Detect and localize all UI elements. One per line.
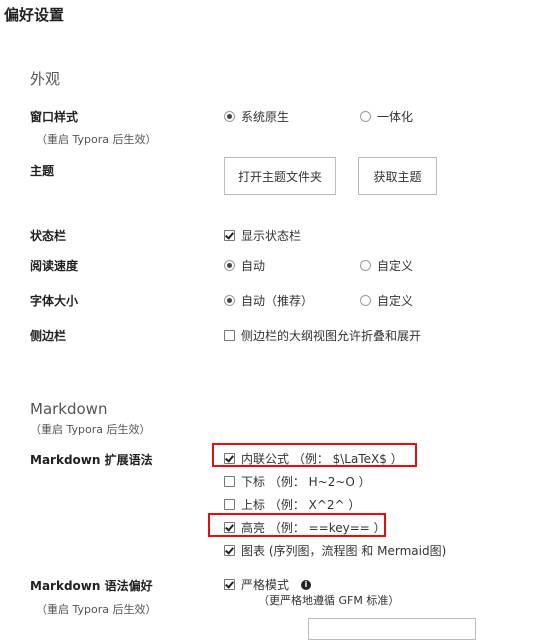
diagrams-label: 图表 (序列图，流程图 和 Mermaid图)	[241, 544, 447, 558]
subscript-checkbox[interactable]	[224, 476, 235, 487]
open-theme-folder-button[interactable]: 打开主题文件夹	[224, 157, 336, 195]
get-themes-button[interactable]: 获取主题	[358, 157, 437, 195]
sidebar-checkbox[interactable]	[224, 330, 235, 341]
radio-native[interactable]	[224, 111, 235, 122]
syntax-preference-note: （重启 Typora 后生效）	[36, 603, 157, 616]
reading-speed-auto-option[interactable]: 自动	[224, 257, 265, 274]
reading-speed-label: 阅读速度	[30, 259, 79, 273]
window-style-note: （重启 Typora 后生效）	[36, 133, 157, 146]
theme-label: 主题	[30, 164, 55, 178]
highlight-label: 高亮 （例： ==key== ）	[241, 521, 386, 535]
diagrams-checkbox[interactable]	[224, 545, 235, 556]
sidebar-label: 侧边栏	[30, 329, 67, 343]
radio-font-auto[interactable]	[224, 295, 235, 306]
window-style-label: 窗口样式	[30, 110, 79, 124]
superscript-option[interactable]: 上标 （例： X^2^ ）	[224, 496, 360, 513]
status-bar-option-label: 显示状态栏	[241, 229, 302, 243]
strict-mode-option[interactable]: 严格模式 i	[224, 576, 312, 593]
highlight-checkbox[interactable]	[224, 522, 235, 533]
window-style-unified-option[interactable]: 一体化	[360, 108, 413, 125]
partial-field-bottom[interactable]	[308, 618, 476, 640]
radio-reading-custom[interactable]	[360, 260, 371, 271]
font-size-auto-label: 自动（推荐）	[241, 294, 314, 308]
window-style-unified-label: 一体化	[377, 110, 414, 124]
inline-math-label: 内联公式 （例： $\LaTeX$ ）	[241, 452, 403, 466]
inline-math-checkbox[interactable]	[224, 453, 235, 464]
radio-unified[interactable]	[360, 111, 371, 122]
sidebar-option[interactable]: 侧边栏的大纲视图允许折叠和展开	[224, 327, 421, 344]
strict-mode-checkbox[interactable]	[224, 579, 235, 590]
radio-font-custom[interactable]	[360, 295, 371, 306]
radio-reading-auto[interactable]	[224, 260, 235, 271]
strict-mode-label: 严格模式	[241, 578, 290, 592]
strict-mode-detail: （更严格地遵循 GFM 标准）	[258, 594, 400, 607]
subscript-label: 下标 （例： H~2~O ）	[241, 475, 371, 489]
appearance-section-title: 外观	[30, 70, 61, 88]
font-size-custom-option[interactable]: 自定义	[360, 292, 413, 309]
font-size-auto-option[interactable]: 自动（推荐）	[224, 292, 313, 309]
reading-speed-custom-option[interactable]: 自定义	[360, 257, 413, 274]
page-title: 偏好设置	[4, 6, 65, 24]
window-style-native-option[interactable]: 系统原生	[224, 108, 289, 125]
markdown-section-title: Markdown	[30, 400, 108, 418]
diagrams-option[interactable]: 图表 (序列图，流程图 和 Mermaid图)	[224, 542, 446, 559]
status-bar-checkbox[interactable]	[224, 230, 235, 241]
extended-syntax-label: Markdown 扩展语法	[30, 453, 153, 467]
status-bar-option[interactable]: 显示状态栏	[224, 227, 301, 244]
sidebar-option-label: 侧边栏的大纲视图允许折叠和展开	[241, 329, 422, 343]
reading-speed-custom-label: 自定义	[377, 259, 414, 273]
info-icon[interactable]: i	[301, 579, 312, 590]
font-size-custom-label: 自定义	[377, 294, 414, 308]
inline-math-option[interactable]: 内联公式 （例： $\LaTeX$ ）	[224, 450, 403, 467]
syntax-preference-label: Markdown 语法偏好	[30, 579, 153, 593]
status-bar-label: 状态栏	[30, 229, 67, 243]
window-style-native-label: 系统原生	[241, 110, 290, 124]
markdown-section-note: （重启 Typora 后生效）	[30, 423, 151, 436]
subscript-option[interactable]: 下标 （例： H~2~O ）	[224, 473, 371, 490]
font-size-label: 字体大小	[30, 294, 79, 308]
reading-speed-auto-label: 自动	[241, 259, 266, 273]
highlight-option[interactable]: 高亮 （例： ==key== ）	[224, 519, 386, 536]
superscript-label: 上标 （例： X^2^ ）	[241, 498, 361, 512]
superscript-checkbox[interactable]	[224, 499, 235, 510]
